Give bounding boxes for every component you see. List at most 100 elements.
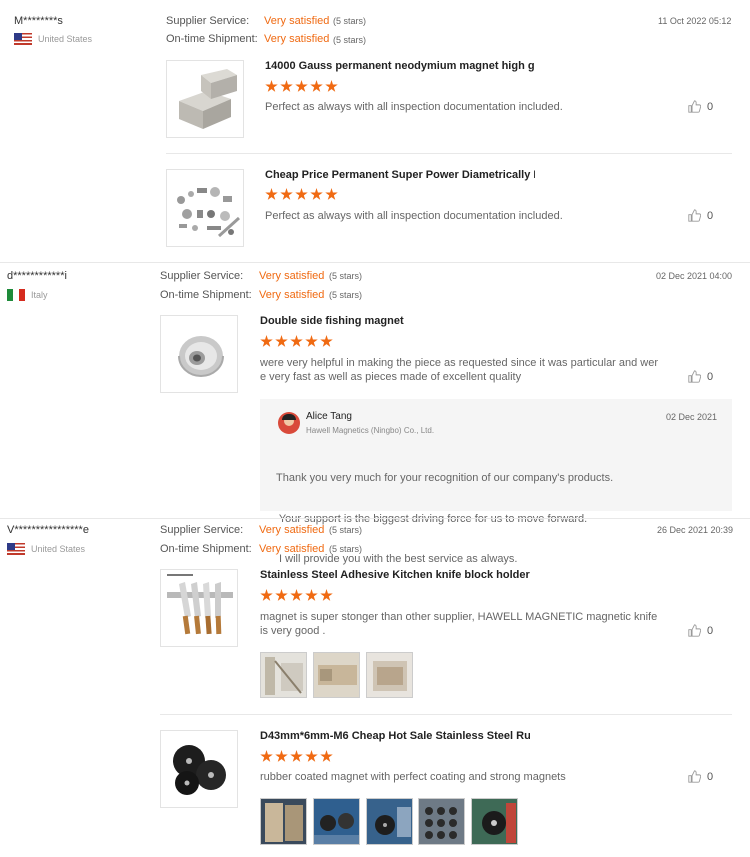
review-text: magnet is super stonger than other suppl… [260, 610, 657, 638]
country-label: United States [38, 34, 93, 44]
shipment-value: Very satisfied [259, 289, 325, 301]
supplier-service-value: Very satisfied [259, 524, 325, 536]
star-icon [290, 589, 303, 601]
like-button[interactable]: 0 [688, 370, 713, 383]
supplier-service-stars: (5 stars) [329, 271, 363, 281]
shipment-stars: (5 stars) [333, 35, 367, 45]
review-date: 02 Dec 2021 04:00 [656, 271, 733, 281]
star-icon [260, 750, 273, 762]
italy-flag-icon [7, 289, 25, 301]
knife-holder-image [161, 570, 237, 646]
product-title[interactable]: D43mm*6mm-M6 Cheap Hot Sale Stainless St… [260, 730, 530, 742]
product-title[interactable]: Stainless Steel Adhesive Kitchen knife b… [260, 569, 530, 581]
star-icon [310, 80, 323, 92]
product-thumbnail[interactable] [166, 60, 244, 138]
block-magnet-image [167, 61, 243, 137]
star-icon [320, 335, 333, 347]
buyer-country: United States [7, 543, 85, 555]
review-photo-image [314, 653, 359, 697]
review-photo[interactable] [260, 798, 307, 845]
product-thumbnail[interactable] [160, 730, 238, 808]
thumbs-up-icon [688, 624, 701, 637]
review-text-line: magnet is super stonger than other suppl… [260, 611, 658, 623]
review-photo-image [261, 799, 306, 844]
star-icon [290, 750, 303, 762]
like-count: 0 [707, 770, 714, 783]
product-title[interactable]: Cheap Price Permanent Super Power Diamet… [265, 169, 535, 181]
review-date: 26 Dec 2021 20:39 [657, 525, 734, 535]
buyer-name: V****************e [7, 524, 89, 536]
country-label: Italy [31, 290, 48, 300]
divider [166, 153, 732, 154]
star-icon [325, 80, 338, 92]
review-photo[interactable] [471, 798, 518, 845]
product-thumbnail[interactable] [160, 569, 238, 647]
supplier-reply: Alice Tang Hawell Magnetics (Ningbo) Co.… [260, 399, 732, 565]
star-icon [310, 188, 323, 200]
review-separator [0, 262, 750, 263]
us-flag-icon [14, 33, 32, 45]
review-text-line: were very helpful in making the piece as… [260, 357, 659, 369]
supplier-service-value: Very satisfied [259, 270, 325, 282]
review-photo-image [419, 799, 464, 844]
shipment-label: On-time Shipment: [160, 289, 252, 301]
product-thumbnail[interactable] [160, 315, 238, 393]
shipment-label: On-time Shipment: [166, 33, 258, 45]
star-icon [325, 188, 338, 200]
review-photo[interactable] [313, 798, 360, 845]
review-photo-image [261, 653, 306, 697]
star-icon [305, 750, 318, 762]
reply-text-line: I will provide you with the best service… [276, 553, 518, 565]
divider [160, 714, 732, 715]
like-count: 0 [707, 624, 714, 637]
reply-text-line: Your support is the biggest driving forc… [276, 512, 588, 525]
shipment-label: On-time Shipment: [160, 543, 252, 555]
product-rating [265, 188, 338, 201]
product-thumbnail[interactable] [166, 169, 244, 247]
shipment-value: Very satisfied [259, 543, 325, 555]
buyer-name: M********s [14, 15, 63, 27]
star-icon [260, 589, 273, 601]
star-icon [295, 188, 308, 200]
product-title[interactable]: 14000 Gauss permanent neodymium magnet h… [265, 60, 535, 72]
review-text-line: is very good . [260, 625, 326, 637]
like-button[interactable]: 0 [688, 624, 713, 637]
star-icon [290, 335, 303, 347]
like-count: 0 [707, 100, 714, 113]
like-button[interactable]: 0 [688, 209, 713, 222]
review-text: rubber coated magnet with perfect coatin… [260, 771, 566, 783]
product-title[interactable]: Double side fishing magnet [260, 315, 530, 327]
star-icon [295, 80, 308, 92]
avatar [278, 412, 300, 434]
supplier-service-value: Very satisfied [264, 15, 330, 27]
country-label: United States [31, 544, 86, 554]
rubber-magnets-image [161, 731, 237, 807]
review-text: Perfect as always with all inspection do… [265, 101, 563, 113]
review-photo[interactable] [313, 652, 360, 698]
like-count: 0 [707, 370, 714, 383]
review-photo[interactable] [260, 652, 307, 698]
thumbs-up-icon [688, 209, 701, 222]
review-photo-image [367, 653, 412, 697]
review-photo[interactable] [366, 652, 413, 698]
review-photo[interactable] [366, 798, 413, 845]
thumbs-up-icon [688, 100, 701, 113]
assorted-magnets-image [167, 170, 243, 246]
reply-date: 02 Dec 2021 [666, 412, 718, 422]
shipment-value: Very satisfied [264, 33, 330, 45]
supplier-service-stars: (5 stars) [329, 525, 363, 535]
star-icon [275, 589, 288, 601]
us-flag-icon [7, 543, 25, 555]
product-rating [265, 80, 338, 93]
supplier-service-label: Supplier Service: [160, 524, 244, 536]
star-icon [280, 188, 293, 200]
like-count: 0 [707, 209, 714, 222]
like-button[interactable]: 0 [688, 100, 713, 113]
star-icon [280, 80, 293, 92]
review-photo-image [314, 799, 359, 844]
fishing-magnet-image [161, 316, 237, 392]
buyer-name: d************i [7, 270, 67, 282]
review-photo[interactable] [418, 798, 465, 845]
like-button[interactable]: 0 [688, 770, 713, 783]
shipment-stars: (5 stars) [329, 544, 363, 554]
